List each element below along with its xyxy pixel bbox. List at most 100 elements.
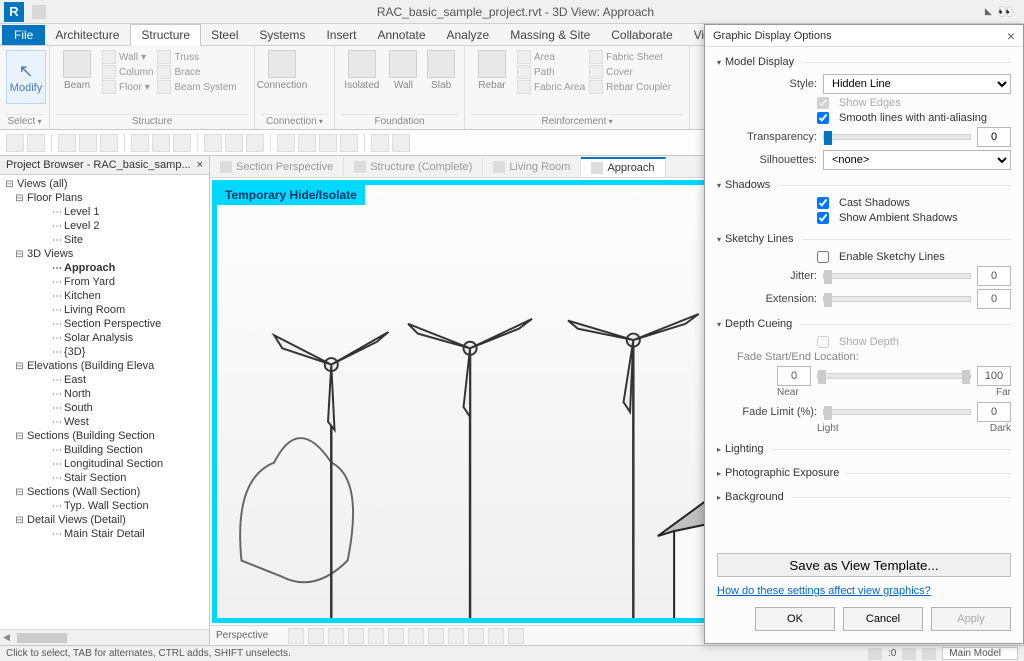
qat-icon[interactable]	[79, 134, 97, 152]
vc-icon[interactable]	[508, 628, 524, 644]
qat-icon[interactable]	[152, 134, 170, 152]
panel-reinforcement-label[interactable]: Reinforcement	[471, 114, 683, 127]
chevron-icon[interactable]: ◣	[985, 6, 992, 17]
tree-3d-views[interactable]: ⊟3D Views	[0, 247, 209, 261]
tree-detail-views[interactable]: ⊟Detail Views (Detail)	[0, 513, 209, 527]
vc-icon[interactable]	[288, 628, 304, 644]
cancel-button[interactable]: Cancel	[843, 607, 923, 631]
section-header-lighting[interactable]: Lighting	[717, 440, 1011, 458]
transparency-slider[interactable]	[823, 134, 971, 140]
tree-item[interactable]: ⋯ Level 1	[0, 205, 209, 219]
path-button[interactable]: Path	[517, 65, 585, 79]
qat-icon[interactable]	[100, 134, 118, 152]
qat-icon[interactable]	[32, 5, 46, 19]
section-header-background[interactable]: Background	[717, 488, 1011, 506]
transparency-value[interactable]	[977, 127, 1011, 147]
vc-icon[interactable]	[388, 628, 404, 644]
tab-systems[interactable]: Systems	[249, 25, 316, 45]
tree-views[interactable]: ⊟Views (all)	[0, 177, 209, 191]
vc-icon[interactable]	[368, 628, 384, 644]
qat-icon[interactable]	[246, 134, 264, 152]
tree-item[interactable]: ⋯ Stair Section	[0, 471, 209, 485]
tree-item-approach[interactable]: ⋯ Approach	[0, 261, 209, 275]
tree-item[interactable]: ⋯ {3D}	[0, 345, 209, 359]
tree-item[interactable]: ⋯ West	[0, 415, 209, 429]
panel-select-label[interactable]: Select	[6, 114, 43, 127]
tree-floor-plans[interactable]: ⊟Floor Plans	[0, 191, 209, 205]
tree-item[interactable]: ⋯ Typ. Wall Section	[0, 499, 209, 513]
qat-icon[interactable]	[277, 134, 295, 152]
view-tab[interactable]: Living Room	[483, 158, 581, 176]
section-header-sketchy[interactable]: Sketchy Lines	[717, 230, 1011, 248]
vc-icon[interactable]	[468, 628, 484, 644]
tree-item[interactable]: ⋯ Building Section	[0, 443, 209, 457]
ambient-shadows-checkbox[interactable]	[817, 212, 829, 224]
tree-item[interactable]: ⋯ Kitchen	[0, 289, 209, 303]
tree-item[interactable]: ⋯ Main Stair Detail	[0, 527, 209, 541]
area-button[interactable]: Area	[517, 50, 585, 64]
ok-button[interactable]: OK	[755, 607, 835, 631]
qat-icon[interactable]	[319, 134, 337, 152]
fabric-sheet-button[interactable]: Fabric Sheet	[589, 50, 671, 64]
tree-item[interactable]: ⋯ From Yard	[0, 275, 209, 289]
section-header-depth[interactable]: Depth Cueing	[717, 315, 1011, 333]
tab-structure[interactable]: Structure	[130, 24, 201, 46]
beam-system-button[interactable]: Beam System	[157, 80, 236, 94]
vc-icon[interactable]	[448, 628, 464, 644]
tree-item[interactable]: ⋯ Living Room	[0, 303, 209, 317]
column-button[interactable]: Column	[102, 65, 153, 79]
qat-icon[interactable]	[173, 134, 191, 152]
wall-button[interactable]: Wall ▾	[102, 50, 153, 64]
file-tab[interactable]: File	[2, 25, 45, 45]
qat-icon[interactable]	[392, 134, 410, 152]
tree-sections-building[interactable]: ⊟Sections (Building Section	[0, 429, 209, 443]
vc-icon[interactable]	[428, 628, 444, 644]
isolated-button[interactable]: Isolated	[341, 50, 383, 91]
tab-architecture[interactable]: Architecture	[45, 25, 130, 45]
vc-icon[interactable]	[348, 628, 364, 644]
project-tree[interactable]: ⊟Views (all) ⊟Floor Plans ⋯ Level 1 ⋯ Le…	[0, 175, 209, 629]
section-header-model-display[interactable]: Model Display	[717, 53, 1011, 71]
binoculars-icon[interactable]: 👀	[998, 4, 1014, 20]
enable-sketchy-checkbox[interactable]	[817, 251, 829, 263]
tab-massing[interactable]: Massing & Site	[500, 25, 601, 45]
qat-icon[interactable]	[6, 134, 24, 152]
vc-icon[interactable]	[328, 628, 344, 644]
cast-shadows-checkbox[interactable]	[817, 197, 829, 209]
tab-analyze[interactable]: Analyze	[437, 25, 501, 45]
qat-icon[interactable]	[204, 134, 222, 152]
tab-insert[interactable]: Insert	[316, 25, 367, 45]
tab-steel[interactable]: Steel	[201, 25, 249, 45]
tree-item[interactable]: ⋯ Level 2	[0, 219, 209, 233]
tree-item[interactable]: ⋯ Site	[0, 233, 209, 247]
slab-button[interactable]: Slab	[424, 50, 458, 91]
tree-item[interactable]: ⋯ North	[0, 387, 209, 401]
brace-button[interactable]: Brace	[157, 65, 236, 79]
qat-icon[interactable]	[371, 134, 389, 152]
view-tab[interactable]: Structure (Complete)	[344, 158, 483, 176]
status-icon[interactable]	[868, 648, 882, 660]
close-icon[interactable]: ×	[197, 159, 203, 171]
tree-item[interactable]: ⋯ Section Perspective	[0, 317, 209, 331]
wall-foundation-button[interactable]: Wall	[387, 50, 421, 91]
section-header-photo-exposure[interactable]: Photographic Exposure	[717, 464, 1011, 482]
tree-item[interactable]: ⋯ South	[0, 401, 209, 415]
tree-elevations[interactable]: ⊟Elevations (Building Eleva	[0, 359, 209, 373]
rebar-button[interactable]: Rebar	[471, 50, 513, 91]
fabric-area-button[interactable]: Fabric Area	[517, 80, 585, 94]
horizontal-scrollbar[interactable]: ◀	[0, 629, 209, 645]
qat-icon[interactable]	[58, 134, 76, 152]
section-header-shadows[interactable]: Shadows	[717, 176, 1011, 194]
close-icon[interactable]: ×	[1007, 28, 1015, 44]
smooth-lines-checkbox[interactable]	[817, 112, 829, 124]
vc-icon[interactable]	[488, 628, 504, 644]
tree-item[interactable]: ⋯ Solar Analysis	[0, 331, 209, 345]
silhouettes-select[interactable]: <none>	[823, 150, 1011, 170]
gdo-titlebar[interactable]: Graphic Display Options ×	[705, 25, 1023, 47]
vc-icon[interactable]	[308, 628, 324, 644]
truss-button[interactable]: Truss	[157, 50, 236, 64]
status-icon[interactable]	[922, 648, 936, 660]
qat-icon[interactable]	[131, 134, 149, 152]
view-tab[interactable]: Section Perspective	[210, 158, 344, 176]
qat-icon[interactable]	[298, 134, 316, 152]
